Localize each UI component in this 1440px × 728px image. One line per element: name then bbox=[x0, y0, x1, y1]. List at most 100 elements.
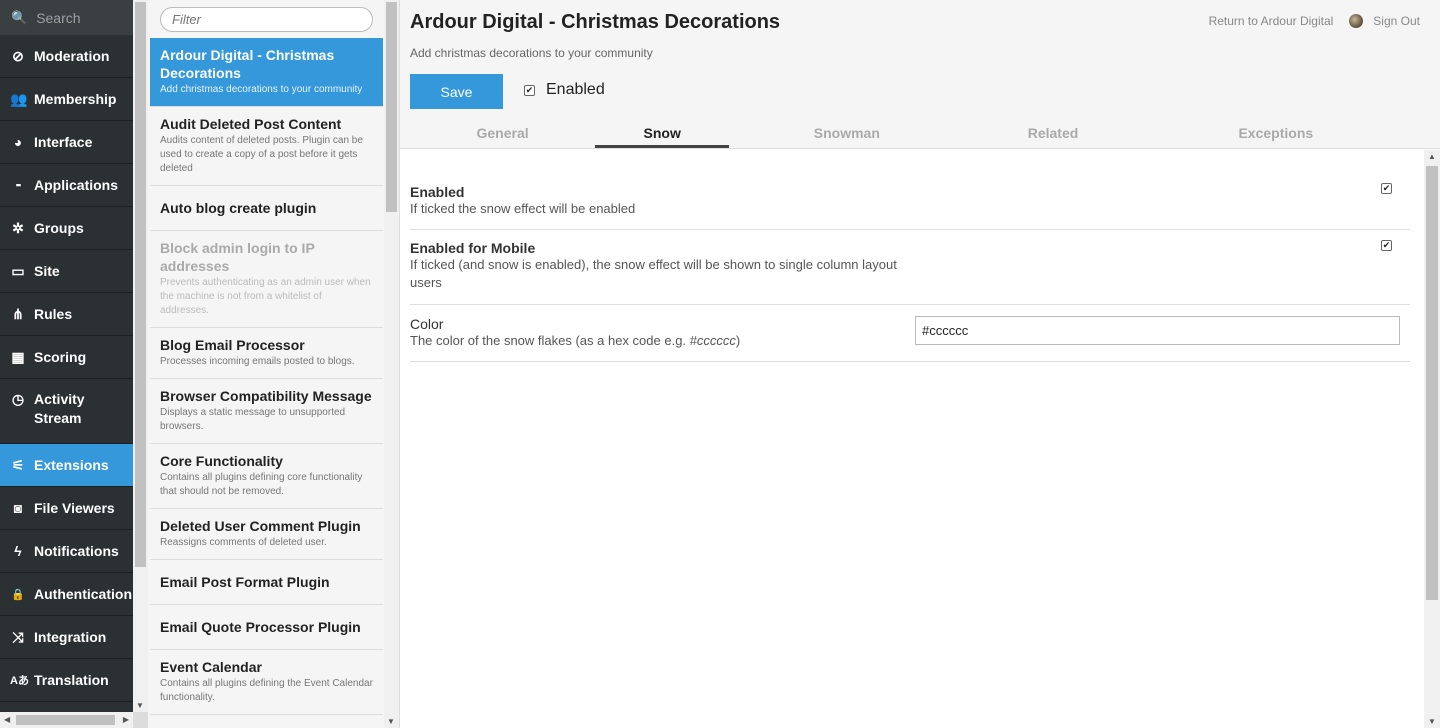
rules-icon: ⋔ bbox=[12, 305, 24, 322]
nav-search[interactable]: 🔍 Search bbox=[0, 0, 133, 35]
nav-scroll-thumb[interactable] bbox=[135, 2, 146, 567]
plugin-enabled-checkbox[interactable]: ✔ bbox=[524, 84, 535, 96]
nav-item-integration[interactable]: ⤨ Integration bbox=[0, 616, 133, 659]
setting-desc-suffix: ) bbox=[735, 333, 741, 348]
tab-exceptions[interactable]: Exceptions bbox=[1142, 120, 1410, 148]
plugin-item-event-calendar[interactable]: Event Calendar Contains all plugins defi… bbox=[150, 650, 383, 715]
nav-item-site[interactable]: ▭ Site bbox=[0, 250, 133, 293]
nav-item-file-viewers[interactable]: ◙ File Viewers bbox=[0, 487, 133, 530]
plugin-item-christmas-decorations[interactable]: Ardour Digital - Christmas Decorations A… bbox=[150, 38, 383, 107]
scroll-right-arrow-icon[interactable]: ▶ bbox=[123, 715, 129, 724]
nav-item-activity-stream[interactable]: ◷ Activity Stream bbox=[0, 379, 133, 444]
tab-related[interactable]: Related bbox=[964, 120, 1141, 148]
plugin-title: Core Functionality bbox=[160, 453, 283, 469]
nav-item-label: Membership bbox=[34, 91, 117, 107]
nav-item-moderation[interactable]: ⊘ Moderation bbox=[0, 35, 133, 78]
plugin-enabled-toggle[interactable]: ✔ Enabled bbox=[524, 81, 605, 99]
nav-item-label: Applications bbox=[34, 177, 119, 193]
save-button[interactable]: Save bbox=[410, 74, 503, 109]
plugin-item-blog-email-processor[interactable]: Blog Email Processor Processes incoming … bbox=[150, 328, 383, 379]
file-viewers-icon: ◙ bbox=[13, 500, 23, 516]
scroll-down-arrow-icon[interactable]: ▼ bbox=[387, 717, 395, 726]
plugin-desc: Contains all plugins defining core funct… bbox=[160, 472, 363, 497]
plugin-desc: Processes incoming emails posted to blog… bbox=[160, 356, 355, 367]
plugin-item-block-admin-login[interactable]: Block admin login to IP addresses Preven… bbox=[150, 231, 383, 328]
plugin-list-scroll-thumb[interactable] bbox=[386, 2, 397, 212]
return-link[interactable]: Return to Ardour Digital bbox=[1209, 14, 1334, 28]
settings-form: Enabled If ticked the snow effect will b… bbox=[410, 150, 1410, 362]
page-title: Ardour Digital - Christmas Decorations bbox=[410, 11, 781, 33]
nav-item-label: Activity Stream bbox=[34, 391, 85, 426]
nav-item-label: Rules bbox=[34, 306, 73, 322]
setting-desc: The color of the snow flakes (as a hex c… bbox=[410, 332, 910, 350]
content-scrollbar[interactable]: ▲ ▼ bbox=[1424, 150, 1440, 728]
nav-item-groups[interactable]: ✲ Groups bbox=[0, 207, 133, 250]
nav-item-authentication[interactable]: 🔒 Authentication bbox=[0, 573, 133, 616]
scroll-left-arrow-icon[interactable]: ◀ bbox=[4, 715, 10, 724]
tab-snowman[interactable]: Snowman bbox=[729, 120, 964, 148]
plugin-item-deleted-user-comment[interactable]: Deleted User Comment Plugin Reassigns co… bbox=[150, 509, 383, 560]
setting-label: Enabled bbox=[410, 184, 465, 200]
plugin-item-browser-compatibility[interactable]: Browser Compatibility Message Displays a… bbox=[150, 379, 383, 444]
filter-input[interactable] bbox=[160, 7, 373, 32]
plugin-item-email-post-format[interactable]: Email Post Format Plugin bbox=[150, 560, 383, 605]
nav-search-label: Search bbox=[36, 9, 81, 26]
site-icon: ▭ bbox=[11, 262, 25, 279]
plugin-title: Deleted User Comment Plugin bbox=[160, 518, 361, 534]
tab-bar: General Snow Snowman Related Exceptions bbox=[410, 120, 1410, 149]
nav-item-label: Interface bbox=[34, 134, 93, 150]
tab-snow[interactable]: Snow bbox=[595, 120, 730, 148]
plugin-item-email-quote-processor[interactable]: Email Quote Processor Plugin bbox=[150, 605, 383, 650]
scroll-down-arrow-icon[interactable]: ▼ bbox=[136, 701, 144, 710]
search-icon: 🔍 bbox=[11, 9, 28, 25]
nav-item-notifications[interactable]: ϟ Notifications bbox=[0, 530, 133, 573]
plugin-title: Auto blog create plugin bbox=[160, 200, 317, 216]
plugin-desc: Audits content of deleted posts. Plugin … bbox=[160, 135, 363, 174]
scroll-corner bbox=[133, 712, 148, 728]
plugin-title: Email Quote Processor Plugin bbox=[160, 619, 361, 635]
nav-item-label: Moderation bbox=[34, 48, 110, 64]
snow-color-input[interactable]: #cccccc bbox=[915, 316, 1400, 345]
tab-general[interactable]: General bbox=[410, 120, 595, 148]
scroll-up-arrow-icon[interactable]: ▲ bbox=[1428, 152, 1436, 161]
setting-label: Enabled for Mobile bbox=[410, 240, 536, 256]
interface-icon: ◕ bbox=[13, 134, 23, 150]
plugin-desc: Add christmas decorations to your commun… bbox=[160, 84, 363, 95]
plugin-item-auto-blog-create[interactable]: Auto blog create plugin bbox=[150, 186, 383, 231]
admin-nav: 🔍 Search ⊘ Moderation 👥 Membership ◕ Int… bbox=[0, 0, 148, 728]
extensions-icon: ⚟ bbox=[11, 456, 25, 473]
plugin-item-audit-deleted-post[interactable]: Audit Deleted Post Content Audits conten… bbox=[150, 107, 383, 186]
scroll-down-arrow-icon[interactable]: ▼ bbox=[1428, 717, 1436, 726]
nav-item-membership[interactable]: 👥 Membership bbox=[0, 78, 133, 121]
page-subtitle: Add christmas decorations to your commun… bbox=[410, 46, 653, 60]
nav-item-label: Groups bbox=[34, 220, 84, 236]
nav-scrollbar[interactable]: ▼ bbox=[133, 0, 148, 712]
nav-item-translation[interactable]: Aあ Translation bbox=[0, 659, 133, 702]
nav-horizontal-scrollbar[interactable]: ◀ ▶ bbox=[0, 712, 133, 728]
sign-out-link[interactable]: Sign Out bbox=[1373, 14, 1420, 28]
plugin-title: Ardour Digital - Christmas Decorations bbox=[160, 47, 335, 81]
groups-icon: ✲ bbox=[12, 219, 24, 236]
plugin-desc: Prevents authenticating as an admin user… bbox=[160, 277, 371, 316]
plugin-title: Blog Email Processor bbox=[160, 337, 305, 353]
avatar[interactable] bbox=[1349, 14, 1364, 28]
nav-item-applications[interactable]: ▪▪ Applications bbox=[0, 164, 133, 207]
plugin-title: Audit Deleted Post Content bbox=[160, 116, 342, 132]
applications-icon: ▪▪ bbox=[15, 180, 21, 190]
snow-enabled-checkbox[interactable]: ✔ bbox=[1381, 183, 1392, 194]
plugin-detail: Ardour Digital - Christmas Decorations A… bbox=[400, 0, 1440, 728]
nav-item-interface[interactable]: ◕ Interface bbox=[0, 121, 133, 164]
plugin-list-scrollbar[interactable]: ▼ bbox=[384, 0, 399, 728]
nav-item-label: Extensions bbox=[34, 457, 109, 473]
nav-hscroll-thumb[interactable] bbox=[16, 715, 115, 725]
nav-item-scoring[interactable]: ▦ Scoring bbox=[0, 336, 133, 379]
snow-mobile-checkbox[interactable]: ✔ bbox=[1381, 240, 1392, 251]
plugin-desc: Contains all plugins defining the Event … bbox=[160, 678, 373, 703]
nav-list: ⊘ Moderation 👥 Membership ◕ Interface ▪▪… bbox=[0, 35, 133, 702]
plugin-item-core-functionality[interactable]: Core Functionality Contains all plugins … bbox=[150, 444, 383, 509]
detail-header: Ardour Digital - Christmas Decorations A… bbox=[400, 0, 1440, 149]
scoring-icon: ▦ bbox=[11, 348, 25, 365]
nav-item-extensions[interactable]: ⚟ Extensions bbox=[0, 444, 133, 487]
nav-item-rules[interactable]: ⋔ Rules bbox=[0, 293, 133, 336]
content-scroll-thumb[interactable] bbox=[1426, 166, 1438, 600]
